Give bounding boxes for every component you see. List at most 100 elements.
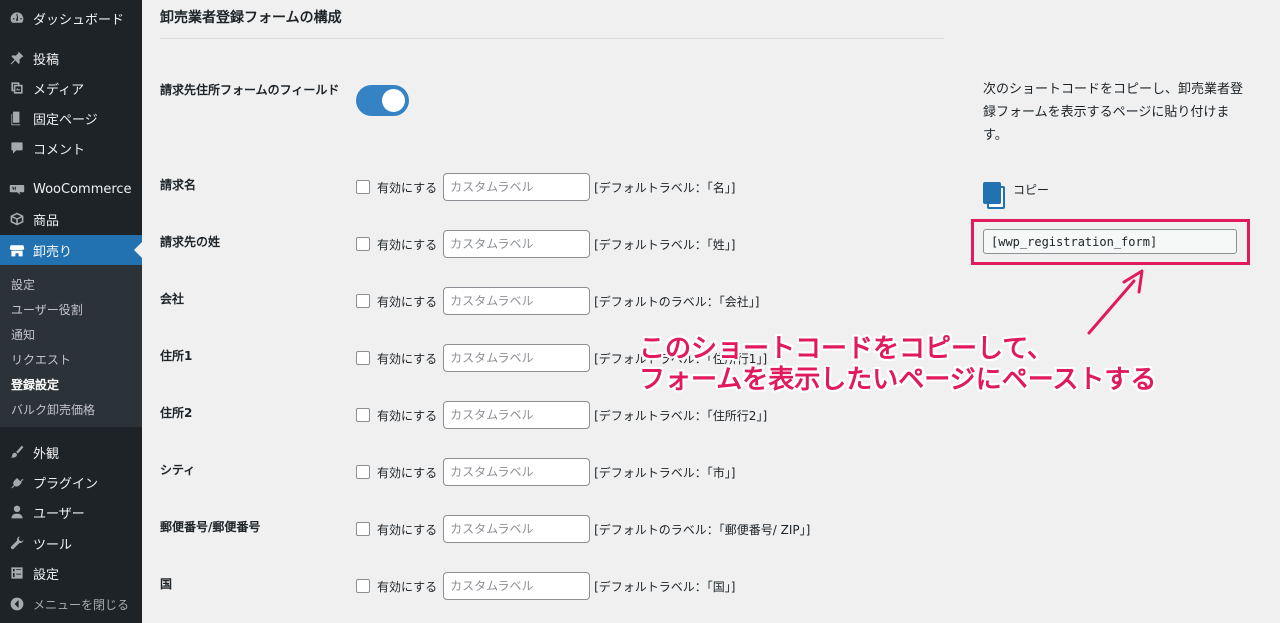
field-label-last-name: 請求先の姓 xyxy=(160,235,221,249)
admin-sidebar: ダッシュボード 投稿 メディア 固定ページ コメント WooCommerce 商… xyxy=(0,0,142,623)
sidebar-item-label: プラグイン xyxy=(33,476,99,492)
enable-checkbox[interactable] xyxy=(356,237,370,251)
wrench-icon xyxy=(7,533,27,553)
enable-checkbox[interactable] xyxy=(356,294,370,308)
sidebar-item-media[interactable]: メディア xyxy=(0,73,142,103)
default-label-text: [デフォルトラベル：「姓」] xyxy=(594,237,736,252)
field-label-address2: 住所2 xyxy=(160,406,193,420)
toggle-knob xyxy=(382,89,405,112)
sidebar-item-label: 投稿 xyxy=(33,52,60,68)
submenu-item-user-roles[interactable]: ユーザー役割 xyxy=(11,301,83,318)
sidebar-item-label: ユーザー xyxy=(33,506,85,522)
default-label-text: [デフォルトのラベル：「会社」] xyxy=(594,294,760,309)
comment-icon xyxy=(7,138,27,158)
sidebar-item-woocommerce[interactable]: WooCommerce xyxy=(0,174,142,204)
sidebar-item-tools[interactable]: ツール xyxy=(0,528,142,558)
field-row-postcode: 有効にする [デフォルトのラベル：「郵便番号/ ZIP」] xyxy=(356,515,810,543)
sidebar-item-plugins[interactable]: プラグイン xyxy=(0,467,142,497)
submenu-item-notifications[interactable]: 通知 xyxy=(11,326,35,343)
toggle-field-label: 請求先住所フォームのフィールド xyxy=(160,83,340,97)
default-label-text: [デフォルトラベル：「住所行2」] xyxy=(594,408,768,423)
enable-checkbox[interactable] xyxy=(356,180,370,194)
field-row-country: 有効にする [デフォルトラベル：「国」] xyxy=(356,572,736,600)
page-icon xyxy=(7,108,27,128)
field-label-first-name: 請求名 xyxy=(160,178,197,192)
sidebar-item-label: 固定ページ xyxy=(33,112,98,128)
enable-checkbox[interactable] xyxy=(356,579,370,593)
sidebar-item-label: コメント xyxy=(33,142,86,158)
woocommerce-icon xyxy=(7,179,27,199)
sidebar-item-label: メディア xyxy=(33,82,85,98)
custom-label-input[interactable] xyxy=(443,287,591,315)
custom-label-input[interactable] xyxy=(443,344,591,372)
copy-shortcode-button[interactable]: コピー xyxy=(983,180,1049,210)
sidebar-item-pages[interactable]: 固定ページ xyxy=(0,103,142,133)
enable-checkbox[interactable] xyxy=(356,351,370,365)
enable-checkbox-label: 有効にする xyxy=(377,351,438,366)
field-label-country: 国 xyxy=(160,577,173,591)
user-icon xyxy=(7,502,27,522)
enable-checkbox-label: 有効にする xyxy=(377,294,438,309)
field-row-company: 有効にする [デフォルトのラベル：「会社」] xyxy=(356,287,760,315)
main-content: 卸売業者登録フォームの構成 請求先住所フォームのフィールド 請求名 有効にする … xyxy=(142,0,1280,623)
custom-label-input[interactable] xyxy=(443,572,591,600)
sidebar-item-settings[interactable]: 設定 xyxy=(0,558,142,588)
enable-checkbox-label: 有効にする xyxy=(377,237,438,252)
collapse-icon xyxy=(7,594,27,614)
field-row-city: 有効にする [デフォルトラベル：「市」] xyxy=(356,458,736,486)
field-label-address1: 住所1 xyxy=(160,349,193,363)
brush-icon xyxy=(7,442,27,462)
enable-checkbox[interactable] xyxy=(356,408,370,422)
enable-checkbox-label: 有効にする xyxy=(377,180,438,195)
sidebar-item-label: 卸売り xyxy=(33,244,73,260)
sidebar-item-appearance[interactable]: 外観 xyxy=(0,437,142,467)
custom-label-input[interactable] xyxy=(443,401,591,429)
sidebar-item-label: ダッシュボード xyxy=(33,12,125,28)
sidebar-item-label: ツール xyxy=(33,537,73,553)
shortcode-help-text: 次のショートコードをコピーし、卸売業者登録フォームを表示するページに貼り付けます… xyxy=(983,82,1244,143)
enable-checkbox[interactable] xyxy=(356,522,370,536)
sidebar-item-dashboard[interactable]: ダッシュボード xyxy=(0,3,142,33)
store-icon xyxy=(7,240,27,260)
field-label-city: シティ xyxy=(160,463,196,477)
sidebar-item-label: WooCommerce xyxy=(33,181,132,197)
custom-label-input[interactable] xyxy=(443,173,591,201)
field-label-postcode: 郵便番号/郵便番号 xyxy=(160,520,261,534)
enable-checkbox-label: 有効にする xyxy=(377,522,438,537)
divider xyxy=(160,38,944,39)
media-icon xyxy=(7,78,27,98)
submenu-item-settings[interactable]: 設定 xyxy=(11,276,35,293)
billing-address-toggle[interactable] xyxy=(356,85,409,116)
section-title: 卸売業者登録フォームの構成 xyxy=(160,10,342,26)
field-row-first-name: 有効にする [デフォルトラベル：「名」] xyxy=(356,173,736,201)
annotation-line-2: フォームを表示したいページにペーストする xyxy=(639,365,1157,395)
field-row-address2: 有効にする [デフォルトラベル：「住所行2」] xyxy=(356,401,767,429)
custom-label-input[interactable] xyxy=(443,515,591,543)
active-indicator xyxy=(134,242,142,258)
field-row-last-name: 有効にする [デフォルトラベル：「姓」] xyxy=(356,230,736,258)
plugin-icon xyxy=(7,472,27,492)
pin-icon xyxy=(7,48,27,68)
submenu-item-registration-settings[interactable]: 登録設定 xyxy=(11,376,59,393)
submenu-item-requests[interactable]: リクエスト xyxy=(11,351,71,368)
annotation-line-1: このショートコードをコピーして、 xyxy=(639,334,1053,364)
enable-checkbox-label: 有効にする xyxy=(377,408,438,423)
sidebar-item-label: メニューを閉じる xyxy=(33,597,130,612)
sidebar-item-users[interactable]: ユーザー xyxy=(0,497,142,527)
sidebar-item-products[interactable]: 商品 xyxy=(0,204,142,234)
shortcode-field[interactable] xyxy=(983,229,1237,254)
sidebar-item-posts[interactable]: 投稿 xyxy=(0,43,142,73)
custom-label-input[interactable] xyxy=(443,230,591,258)
enable-checkbox[interactable] xyxy=(356,465,370,479)
field-label-company: 会社 xyxy=(160,292,185,306)
sidebar-item-comments[interactable]: コメント xyxy=(0,133,142,163)
enable-checkbox-label: 有効にする xyxy=(377,579,438,594)
custom-label-input[interactable] xyxy=(443,458,591,486)
default-label-text: [デフォルトのラベル：「郵便番号/ ZIP」] xyxy=(594,522,811,537)
sidebar-item-label: 商品 xyxy=(33,213,60,229)
sidebar-item-wholesale[interactable]: 卸売り xyxy=(0,235,142,265)
dashboard-icon xyxy=(7,8,27,28)
wholesale-submenu: 設定 ユーザー役割 通知 リクエスト 登録設定 バルク卸売価格 xyxy=(0,265,142,427)
submenu-item-bulk-wholesale-price[interactable]: バルク卸売価格 xyxy=(11,401,95,418)
collapse-menu-button[interactable]: メニューを閉じる xyxy=(0,589,142,619)
